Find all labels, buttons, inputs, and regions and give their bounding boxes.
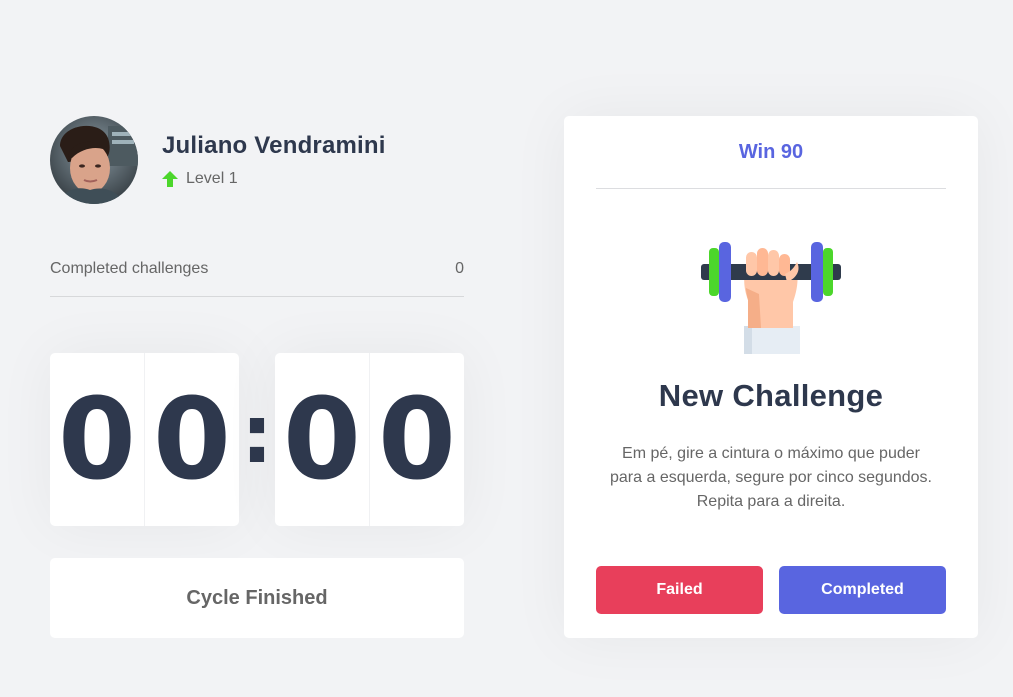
second-ones-digit: 0 <box>369 353 464 526</box>
challenge-actions: Failed Completed <box>596 566 946 614</box>
avatar <box>50 116 138 204</box>
app-root: Juliano Vendramini Level 1 Completed cha… <box>0 0 1013 697</box>
user-name: Juliano Vendramini <box>162 132 386 159</box>
failed-button[interactable]: Failed <box>596 566 763 614</box>
completed-challenges-label: Completed challenges <box>50 260 209 277</box>
minute-ones-digit: 0 <box>144 353 239 526</box>
profile: Juliano Vendramini Level 1 <box>50 116 386 204</box>
challenge-description: Em pé, gire a cintura o máximo que puder… <box>594 442 948 514</box>
level-row: Level 1 <box>162 170 386 188</box>
challenge-description-line: Em pé, gire a cintura o máximo que puder <box>622 445 920 462</box>
completed-challenges-value: 0 <box>455 260 464 277</box>
challenge-header: Win 90 <box>596 116 946 189</box>
challenge-description-line: para a esquerda, segure por cinco segund… <box>610 469 932 486</box>
countdown: 0 0 : 0 0 <box>50 353 464 526</box>
challenge-title: New Challenge <box>658 378 884 413</box>
countdown-separator: : <box>241 388 273 481</box>
challenge-card: Win 90 New Challenge Em pé, gire a cintu… <box>564 116 978 638</box>
dumbbell-body-icon <box>701 242 841 354</box>
countdown-minutes: 0 0 <box>50 353 239 526</box>
arrow-up-icon <box>162 171 178 187</box>
second-tens-digit: 0 <box>283 374 361 505</box>
profile-info: Juliano Vendramini Level 1 <box>162 132 386 188</box>
level-label: Level 1 <box>186 170 238 187</box>
completed-challenges-row: Completed challenges 0 <box>50 260 464 297</box>
cycle-finished-button: Cycle Finished <box>50 558 464 638</box>
countdown-seconds: 0 0 <box>275 353 464 526</box>
completed-button[interactable]: Completed <box>779 566 946 614</box>
challenge-description-line: Repita para a direita. <box>696 493 846 510</box>
minute-tens-digit: 0 <box>58 374 136 505</box>
